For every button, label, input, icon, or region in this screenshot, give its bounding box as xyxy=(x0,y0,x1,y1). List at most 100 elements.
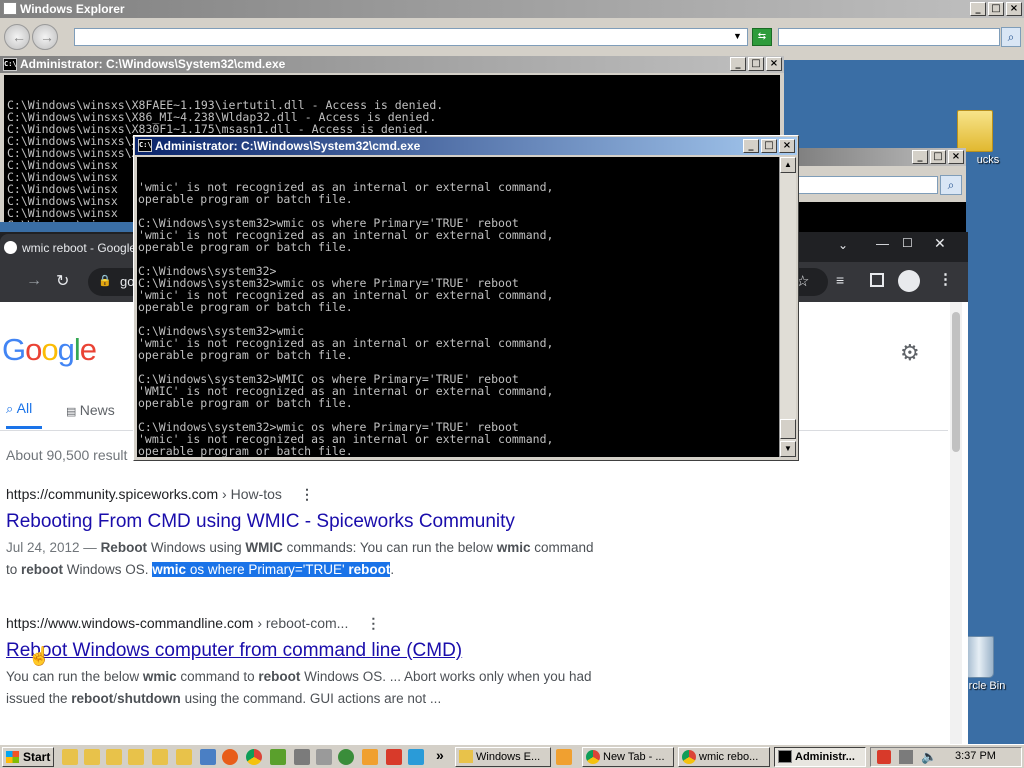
clock[interactable]: 3:37 PM xyxy=(955,750,996,762)
taskbar-button-label: Administr... xyxy=(795,751,855,763)
result-1-title[interactable]: Rebooting From CMD using WMIC - Spicewor… xyxy=(6,511,626,533)
tab-search-chevron-icon[interactable]: ⌄ xyxy=(838,238,848,252)
explorer-window-icon xyxy=(3,2,17,15)
cmd-front-titlebar[interactable]: C:\ Administrator: C:\Windows\System32\c… xyxy=(135,137,797,155)
explorer-2-search-input[interactable] xyxy=(798,176,938,194)
explorer-title: Windows Explorer xyxy=(20,2,125,16)
chrome-quicklaunch-icon[interactable] xyxy=(246,749,262,765)
explorer-maximize-button[interactable]: □ xyxy=(988,2,1004,16)
chrome-minimize-button[interactable]: — xyxy=(876,236,889,251)
folder-quicklaunch-icon[interactable] xyxy=(84,749,100,765)
search-result-1: https://community.spiceworks.com › How-t… xyxy=(6,486,626,581)
folder-quicklaunch-icon[interactable] xyxy=(128,749,144,765)
result-2-url-text: https://www.windows-commandline.com xyxy=(6,615,254,631)
side-panel-icon[interactable] xyxy=(870,273,884,287)
explorer-search-input[interactable] xyxy=(778,28,1000,46)
chrome-tab-active[interactable]: wmic reboot - Google S xyxy=(0,234,140,262)
chrome-forward-icon[interactable]: → xyxy=(26,272,42,290)
back-arrow-icon: ← xyxy=(12,29,26,45)
snippet-bold: shutdown xyxy=(117,691,181,706)
snippet-bold: WMIC xyxy=(245,540,283,555)
cmd-back-titlebar[interactable]: C:\ Administrator: C:\Windows\System32\c… xyxy=(0,56,784,73)
cmd-front-maximize-button[interactable]: □ xyxy=(761,139,777,153)
snippet-bold: reboot xyxy=(258,669,301,684)
cmd-front-title: Administrator: C:\Windows\System32\cmd.e… xyxy=(155,139,421,153)
cmd-front-scrollbar-thumb[interactable] xyxy=(780,419,796,439)
result-2-url[interactable]: https://www.windows-commandline.com › re… xyxy=(6,615,626,632)
snippet-bold: wmic xyxy=(496,540,531,555)
calculator-quicklaunch-icon[interactable] xyxy=(294,749,310,765)
explorer-titlebar[interactable]: Windows Explorer _ □ × xyxy=(0,0,1024,18)
taskbar-button-explorer[interactable]: Windows E... xyxy=(455,747,551,767)
folder-quicklaunch-icon[interactable] xyxy=(176,749,192,765)
tab-news[interactable]: ▤ News xyxy=(66,402,115,418)
snippet-text: command xyxy=(530,540,594,555)
console-line: operable program or batch file. xyxy=(138,444,353,457)
result-2-title[interactable]: Reboot Windows computer from command lin… xyxy=(6,640,626,662)
cmd-back-maximize-button[interactable]: □ xyxy=(748,57,764,71)
chrome-icon xyxy=(682,750,696,764)
search-icon[interactable]: ⌕ xyxy=(1001,27,1021,47)
cmd-front-console[interactable]: 'wmic' is not recognized as an internal … xyxy=(137,157,779,457)
cmd-front-minimize-button[interactable]: _ xyxy=(743,139,759,153)
settings-gear-icon[interactable]: ⚙ xyxy=(900,340,920,366)
explorer-minimize-button[interactable]: _ xyxy=(970,2,986,16)
volume-tray-icon[interactable]: 🔈 xyxy=(921,749,937,765)
security-tray-icon[interactable] xyxy=(877,750,891,764)
explorer-address-bar[interactable] xyxy=(74,28,748,46)
folder-quicklaunch-icon[interactable] xyxy=(106,749,122,765)
chrome-maximize-button[interactable]: ☐ xyxy=(902,236,913,250)
reading-list-icon[interactable]: ≡ xyxy=(836,272,844,288)
page-scrollbar[interactable] xyxy=(950,302,962,744)
tab-all-label: All xyxy=(16,400,33,416)
forward-arrow-icon: → xyxy=(40,29,54,45)
google-logo[interactable]: Google xyxy=(2,332,97,368)
settings-quicklaunch-icon[interactable] xyxy=(338,749,354,765)
folder-quicklaunch-icon[interactable] xyxy=(152,749,168,765)
quicklaunch-more-icon[interactable]: » xyxy=(436,747,444,763)
folder-quicklaunch-icon[interactable] xyxy=(62,749,78,765)
chrome-close-button[interactable]: ✕ xyxy=(934,235,946,252)
cmd-back-minimize-button[interactable]: _ xyxy=(730,57,746,71)
address-dropdown-icon[interactable]: ▼ xyxy=(733,31,742,41)
explorer-2-search-icon[interactable]: ⌕ xyxy=(940,175,962,195)
profile-avatar-icon[interactable] xyxy=(898,270,920,292)
windows-logo-icon xyxy=(6,751,19,763)
app-quicklaunch-icon[interactable] xyxy=(386,749,402,765)
lock-icon: 🔒 xyxy=(98,275,112,287)
snippet-text: commands: You can run the below xyxy=(282,540,497,555)
page-scrollbar-thumb[interactable] xyxy=(952,312,960,452)
printer-quicklaunch-icon[interactable] xyxy=(316,749,332,765)
cmd-front-scrollbar[interactable]: ▲ ▼ xyxy=(779,157,796,457)
explorer-2-close-button[interactable]: × xyxy=(948,150,964,164)
result-2-more-icon[interactable]: ⋮ xyxy=(366,615,380,631)
results-count: About 90,500 result xyxy=(6,447,128,463)
cmd-back-close-button[interactable]: × xyxy=(766,57,782,71)
refresh-icon[interactable]: ⇆ xyxy=(752,28,772,46)
explorer-2-minimize-button[interactable]: _ xyxy=(912,150,928,164)
taskbar-button-chrome-newtab[interactable]: New Tab - ... xyxy=(582,747,674,767)
cmd-front-close-button[interactable]: × xyxy=(779,139,795,153)
explorer-2-maximize-button[interactable]: □ xyxy=(930,150,946,164)
explorer-close-button[interactable]: × xyxy=(1006,2,1022,16)
scroll-down-icon[interactable]: ▼ xyxy=(780,441,796,457)
forward-button[interactable]: → xyxy=(32,24,58,50)
result-1-url[interactable]: https://community.spiceworks.com › How-t… xyxy=(6,486,626,503)
taskbar-button-cmd[interactable]: Administr... xyxy=(774,747,866,767)
result-1-more-icon[interactable]: ⋮ xyxy=(300,486,314,502)
back-button[interactable]: ← xyxy=(4,24,30,50)
taskbar-button-chrome-search[interactable]: wmic rebo... xyxy=(678,747,770,767)
media-taskbar-icon[interactable] xyxy=(556,749,572,765)
start-button[interactable]: Start xyxy=(2,747,54,767)
chrome-reload-icon[interactable]: ↻ xyxy=(56,271,69,291)
notepad-quicklaunch-icon[interactable] xyxy=(270,749,286,765)
google-logo-text: Google xyxy=(2,332,97,367)
scroll-up-icon[interactable]: ▲ xyxy=(780,157,796,173)
network-quicklaunch-icon[interactable] xyxy=(200,749,216,765)
plane-quicklaunch-icon[interactable] xyxy=(408,749,424,765)
explorer-2-titlebar[interactable]: _ □ × xyxy=(798,148,966,166)
chrome-menu-icon[interactable]: ⋮ xyxy=(938,270,953,288)
media-quicklaunch-icon[interactable] xyxy=(362,749,378,765)
firefox-quicklaunch-icon[interactable] xyxy=(222,749,238,765)
network-tray-icon[interactable] xyxy=(899,750,913,764)
